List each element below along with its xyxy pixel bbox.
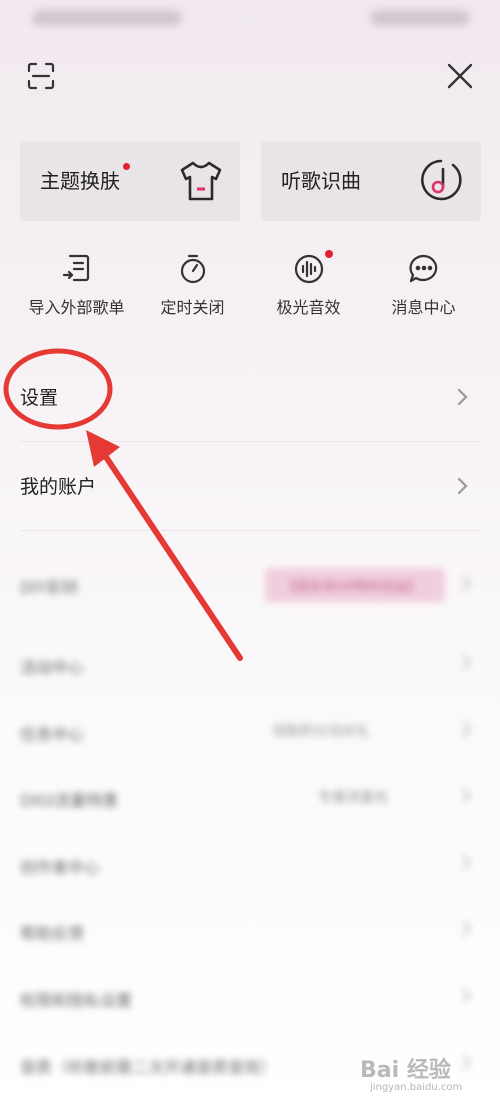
status-bar-right [370, 10, 470, 26]
menu-row-label: 权限和隐私设置 [20, 991, 133, 1010]
close-icon[interactable] [444, 60, 476, 92]
song-recognize-label: 听歌识曲 [281, 169, 361, 193]
status-bar-left [32, 10, 182, 26]
menu-row[interactable]: DIY彩铃 【限免领VIP畅听权益】 [0, 542, 500, 628]
menu-row-label: 任务中心 [20, 725, 85, 744]
settings-row[interactable]: 设置 [0, 353, 500, 441]
theme-skin-label: 主题换肤 [40, 169, 120, 193]
music-recognize-icon [418, 157, 464, 207]
quick-timer[interactable]: 定时关闭 [130, 252, 255, 332]
baidu-watermark: Bai 经验 [360, 1058, 451, 1083]
chevron-right-icon [455, 920, 472, 937]
menu-row[interactable]: 权限和隐私设置 [0, 965, 500, 1031]
theme-skin-card[interactable]: 主题换肤 [20, 141, 240, 221]
menu-row-label: 音质（听歌前需二次开通音质音效） [20, 1058, 277, 1077]
chevron-right-icon [455, 654, 472, 671]
quick-import-playlist[interactable]: 导入外部歌单 [14, 252, 139, 332]
menu-row[interactable]: 活动中心 [0, 632, 500, 698]
menu-row-label: 帮助反馈 [20, 924, 85, 943]
menu-row[interactable]: 创作者中心 [0, 832, 500, 898]
menu-row-value: 专属流量包 [318, 790, 388, 806]
menu-row-label: DIGI流量特惠 [20, 791, 119, 810]
chevron-right-icon [455, 575, 472, 592]
quick-message-center-label: 消息中心 [391, 298, 456, 317]
quick-sound-effect-label: 极光音效 [276, 298, 341, 317]
menu-row[interactable]: 任务中心 领取积分兑好礼 [0, 699, 500, 765]
promo-pill[interactable]: 【限免领VIP畅听权益】 [265, 568, 445, 602]
scan-icon[interactable] [27, 62, 55, 90]
chevron-right-icon [455, 721, 472, 738]
theme-skin-badge [123, 163, 130, 170]
chevron-right-icon [455, 787, 472, 804]
message-icon [408, 254, 437, 283]
import-playlist-icon [62, 254, 89, 282]
song-recognize-card[interactable]: 听歌识曲 [261, 141, 481, 221]
promo-pill-text: 【限免领VIP畅听权益】 [283, 580, 421, 595]
quick-message-center[interactable]: 消息中心 [361, 252, 486, 332]
settings-label: 设置 [20, 387, 59, 409]
my-account-row[interactable]: 我的账户 [0, 442, 500, 530]
menu-row-label: 活动中心 [20, 658, 85, 677]
divider [20, 530, 480, 531]
menu-row-value: 领取积分兑好礼 [272, 724, 370, 740]
chevron-right-icon [455, 987, 472, 1004]
chevron-right-icon [456, 476, 470, 500]
quick-import-playlist-label: 导入外部歌单 [28, 298, 125, 317]
my-account-label: 我的账户 [20, 476, 97, 498]
menu-row[interactable]: 帮助反馈 [0, 898, 500, 964]
sound-effect-badge [325, 250, 333, 258]
quick-sound-effect[interactable]: 极光音效 [246, 250, 371, 332]
quick-timer-label: 定时关闭 [160, 298, 225, 317]
menu-row-label: DIY彩铃 [20, 578, 79, 597]
baidu-watermark-url: jingyan.baidu.com [370, 1082, 463, 1093]
chevron-right-icon [455, 854, 472, 871]
chevron-right-icon [456, 387, 470, 411]
menu-row-label: 创作者中心 [20, 858, 101, 877]
timer-icon [180, 254, 205, 284]
status-bar [0, 0, 500, 40]
blurred-menu: DIY彩铃 【限免领VIP畅听权益】 活动中心 任务中心 领取积分兑好礼 DIG… [0, 532, 500, 1111]
tshirt-icon [178, 159, 224, 207]
sound-effect-icon [294, 254, 323, 284]
chevron-right-icon [455, 1054, 472, 1071]
menu-row[interactable]: DIGI流量特惠 专属流量包 [0, 765, 500, 831]
